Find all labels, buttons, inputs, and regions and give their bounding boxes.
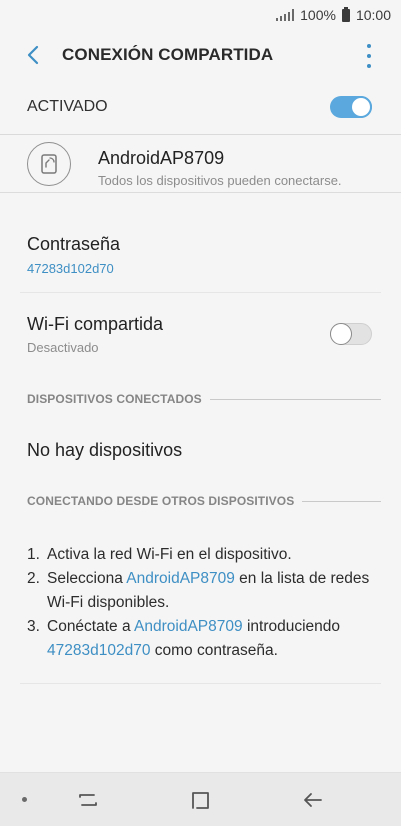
back-nav-button[interactable]	[301, 788, 325, 812]
home-icon	[192, 792, 209, 809]
battery-percent: 100%	[300, 7, 336, 23]
home-button[interactable]	[189, 788, 213, 812]
device-share-icon	[27, 142, 71, 186]
navigation-bar	[0, 772, 401, 826]
section-header-label: DISPOSITIVOS CONECTADOS	[27, 392, 202, 406]
master-switch-label: ACTIVADO	[27, 98, 108, 115]
hotspot-master-switch-row[interactable]: ACTIVADO	[0, 80, 401, 135]
hotspot-visibility: Todos los dispositivos pueden conectarse…	[98, 173, 342, 188]
hotspot-name-link: AndroidAP8709	[134, 618, 243, 635]
hotspot-name: AndroidAP8709	[98, 148, 225, 168]
nav-hide-dot[interactable]	[22, 797, 27, 802]
recent-apps-button[interactable]	[76, 788, 100, 812]
section-header-label: CONECTANDO DESDE OTROS DISPOSITIVOS	[27, 494, 295, 508]
divider	[20, 683, 381, 684]
no-devices-text: No hay dispositivos	[27, 440, 183, 460]
step-1: 1. Activa la red Wi-Fi en el dispositivo…	[27, 546, 292, 563]
clock: 10:00	[355, 7, 391, 23]
wifi-sharing-title: Wi-Fi compartida	[27, 314, 164, 334]
chevron-left-icon	[27, 45, 39, 65]
divider	[0, 192, 401, 193]
status-bar: 100% 10:00	[0, 0, 401, 30]
connecting-header: CONECTANDO DESDE OTROS DISPOSITIVOS	[27, 494, 381, 508]
connected-devices-header: DISPOSITIVOS CONECTADOS	[27, 392, 381, 406]
divider	[20, 292, 381, 293]
hotspot-name-link: AndroidAP8709	[126, 570, 235, 587]
battery-icon	[341, 6, 350, 22]
back-button[interactable]	[8, 30, 58, 80]
more-options-button[interactable]	[359, 44, 379, 68]
wifi-sharing-toggle[interactable]	[330, 323, 372, 345]
connection-steps: 1. Activa la red Wi-Fi en el dispositivo…	[27, 543, 377, 663]
hotspot-name-row[interactable]: AndroidAP8709 Todos los dispositivos pue…	[0, 136, 401, 192]
page-title: CONEXIÓN COMPARTIDA	[62, 45, 274, 64]
step-3: 3. Conéctate a AndroidAP8709 introducien…	[27, 618, 341, 659]
password-title: Contraseña	[27, 234, 121, 254]
app-bar: CONEXIÓN COMPARTIDA	[0, 30, 401, 80]
back-arrow-icon	[304, 793, 322, 807]
more-vertical-icon	[367, 44, 371, 48]
password-link: 47283d102d70	[47, 642, 151, 659]
step-2: 2. Selecciona AndroidAP8709 en la lista …	[27, 570, 370, 611]
password-value: 47283d102d70	[27, 261, 114, 276]
signal-icon	[275, 9, 295, 21]
wifi-sharing-status: Desactivado	[27, 340, 99, 355]
master-toggle[interactable]	[330, 96, 372, 118]
recent-apps-icon	[79, 794, 97, 806]
